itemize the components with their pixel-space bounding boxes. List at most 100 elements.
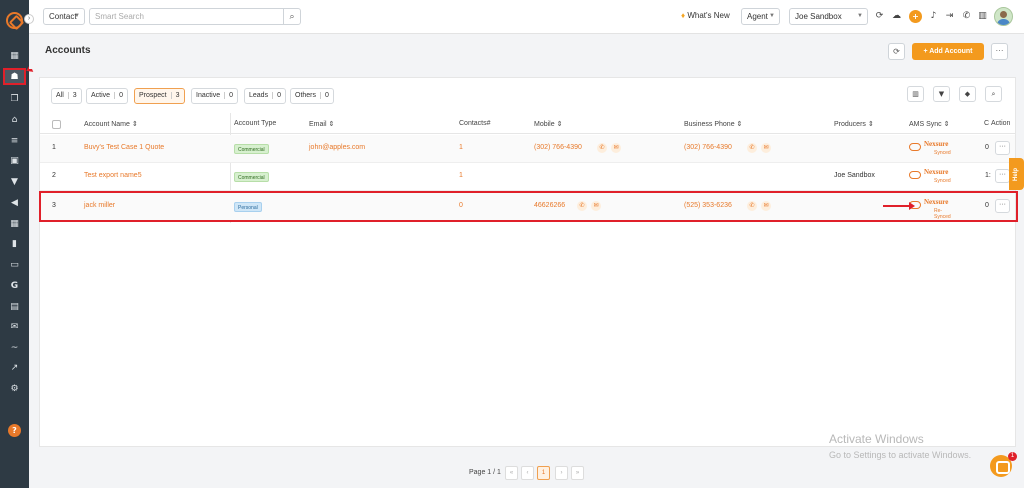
select-all-checkbox[interactable]	[52, 120, 61, 129]
tag-icon[interactable]: ◆	[959, 86, 976, 102]
list-icon[interactable]: ≡	[7, 135, 22, 148]
table-row[interactable]: 3 jack miller Personal 0 46626266 ✆ ✉ (5…	[40, 193, 1015, 221]
message-icon[interactable]: ✉	[761, 143, 771, 153]
account-name-link[interactable]: Buvy's Test Case 1 Quote	[84, 144, 164, 151]
ams-sync-status[interactable]: Nexsure Synced	[909, 139, 957, 159]
whats-new-link[interactable]: ♦ What's New	[681, 11, 730, 20]
sync-icon[interactable]: ⟳	[874, 11, 885, 22]
dashboard-icon[interactable]: ▦	[7, 50, 22, 63]
contacts-count[interactable]: 1	[459, 172, 463, 179]
bar-chart-icon[interactable]: ▮	[7, 238, 22, 251]
email-link[interactable]: john@apples.com	[309, 144, 365, 151]
header-label: Account Name	[84, 121, 130, 128]
search-icon[interactable]: ⌕	[283, 8, 301, 25]
row-action-button[interactable]: ···	[995, 141, 1010, 155]
first-page-button[interactable]: «	[505, 466, 518, 480]
ams-sync-status[interactable]: Nexsure Re-Synced	[909, 197, 957, 220]
filter-icon[interactable]: ▼	[933, 86, 950, 102]
windows-watermark-subtitle: Go to Settings to activate Windows.	[829, 450, 972, 460]
row-action-button[interactable]: ···	[995, 169, 1010, 183]
calculator-icon[interactable]: ▥	[977, 11, 988, 22]
header-ams-sync[interactable]: AMS Sync ⇕	[909, 120, 950, 128]
header-mobile[interactable]: Mobile ⇕	[534, 120, 562, 128]
more-options-button[interactable]: ···	[991, 43, 1008, 60]
table-row[interactable]: 1 Buvy's Test Case 1 Quote Commercial jo…	[40, 135, 1015, 163]
accounts-icon[interactable]: ☗	[3, 68, 26, 85]
megaphone-icon[interactable]: ◀	[7, 197, 22, 210]
header-label: Mobile	[534, 121, 555, 128]
mobile-link[interactable]: 46626266	[534, 202, 565, 209]
logout-icon[interactable]: ⇥	[944, 11, 955, 22]
whats-new-label: What's New	[687, 11, 730, 20]
prev-page-button[interactable]: ‹	[521, 466, 534, 480]
avatar[interactable]	[994, 7, 1013, 26]
help-icon[interactable]: ?	[8, 424, 21, 437]
business-phone-link[interactable]: (302) 766-4390	[684, 144, 732, 151]
next-page-button[interactable]: ›	[555, 466, 568, 480]
user-select[interactable]: Joe Sandbox ▼	[789, 8, 868, 25]
contact-card-icon[interactable]: ▣	[7, 155, 22, 168]
filter-others[interactable]: Others 0	[290, 88, 334, 104]
page-1-button[interactable]: 1	[537, 466, 550, 480]
table-row[interactable]: 2 Test export name5 Commercial 1 Joe San…	[40, 163, 1015, 191]
phone-icon[interactable]: ✆	[577, 201, 587, 211]
contacts-count[interactable]: 1	[459, 144, 463, 151]
add-icon[interactable]: +	[909, 10, 922, 23]
calendar-icon[interactable]: ▤	[7, 301, 22, 314]
search-icon[interactable]: ⌕	[985, 86, 1002, 102]
message-icon[interactable]: ✉	[611, 143, 621, 153]
chevron-down-icon: ▼	[769, 13, 775, 19]
contacts-count[interactable]: 0	[459, 202, 463, 209]
sidebar-collapse-button[interactable]: ›	[24, 14, 34, 24]
search-type-value: Contact	[49, 12, 77, 21]
activity-icon[interactable]: ~	[7, 342, 22, 355]
columns-icon[interactable]: ▥	[907, 86, 924, 102]
mail-icon[interactable]: ✉	[7, 321, 22, 334]
filter-label: Active	[91, 92, 111, 99]
phone-icon[interactable]: ✆	[597, 143, 607, 153]
search-input[interactable]: Smart Search	[89, 8, 283, 25]
filter-active[interactable]: Active 0	[86, 88, 128, 104]
role-select[interactable]: Agent ▼	[741, 8, 780, 25]
account-name-link[interactable]: Test export name5	[84, 172, 142, 179]
flame-icon: ♦	[681, 11, 686, 20]
message-icon[interactable]: ✉	[761, 201, 771, 211]
filter-inactive[interactable]: Inactive 0	[191, 88, 239, 104]
filter-all[interactable]: All 3	[51, 88, 82, 104]
ams-sync-status[interactable]: Nexsure Synced	[909, 167, 957, 187]
grid-icon[interactable]: ▦	[7, 218, 22, 231]
help-tab[interactable]: Help	[1009, 158, 1024, 190]
phone-icon[interactable]: ✆	[747, 143, 757, 153]
settings-icon[interactable]: ⚙	[7, 383, 22, 396]
row-action-button[interactable]: ···	[995, 199, 1010, 213]
logo[interactable]	[6, 12, 23, 29]
g-icon[interactable]: G	[7, 280, 22, 293]
line-chart-icon[interactable]: ↗	[7, 362, 22, 375]
header-producers[interactable]: Producers ⇕	[834, 120, 874, 128]
copy-icon[interactable]: ❐	[7, 93, 22, 106]
bank-icon[interactable]: ⌂	[7, 114, 22, 127]
header-email[interactable]: Email ⇕	[309, 120, 334, 128]
mobile-link[interactable]: (302) 766-4390	[534, 144, 582, 151]
account-name-link[interactable]: jack miller	[84, 202, 115, 209]
filter-leads[interactable]: Leads 0	[244, 88, 286, 104]
folder-icon[interactable]: ▭	[7, 259, 22, 272]
phone-icon[interactable]: ✆	[747, 201, 757, 211]
filter-prospect[interactable]: Prospect 3	[134, 88, 185, 104]
cloud-icon[interactable]: ☁	[891, 11, 902, 22]
refresh-button[interactable]: ⟳	[888, 43, 905, 60]
account-type-badge: Commercial	[234, 144, 269, 154]
message-icon[interactable]: ✉	[591, 201, 601, 211]
add-account-button[interactable]: + Add Account	[912, 43, 984, 60]
business-phone-link[interactable]: (525) 353-6236	[684, 202, 732, 209]
filter-icon[interactable]: ▼	[7, 176, 22, 189]
phone-icon[interactable]: ✆	[961, 11, 972, 22]
last-page-button[interactable]: »	[571, 466, 584, 480]
filter-label: Leads	[249, 92, 269, 99]
cloud-icon	[909, 143, 921, 151]
bell-icon[interactable]: ♪	[928, 11, 939, 22]
header-account-name[interactable]: Account Name ⇕	[84, 120, 138, 128]
header-business-phone[interactable]: Business Phone ⇕	[684, 120, 742, 128]
ams-name: Nexsure	[924, 168, 949, 176]
search-type-select[interactable]: Contact ▼	[43, 8, 85, 25]
